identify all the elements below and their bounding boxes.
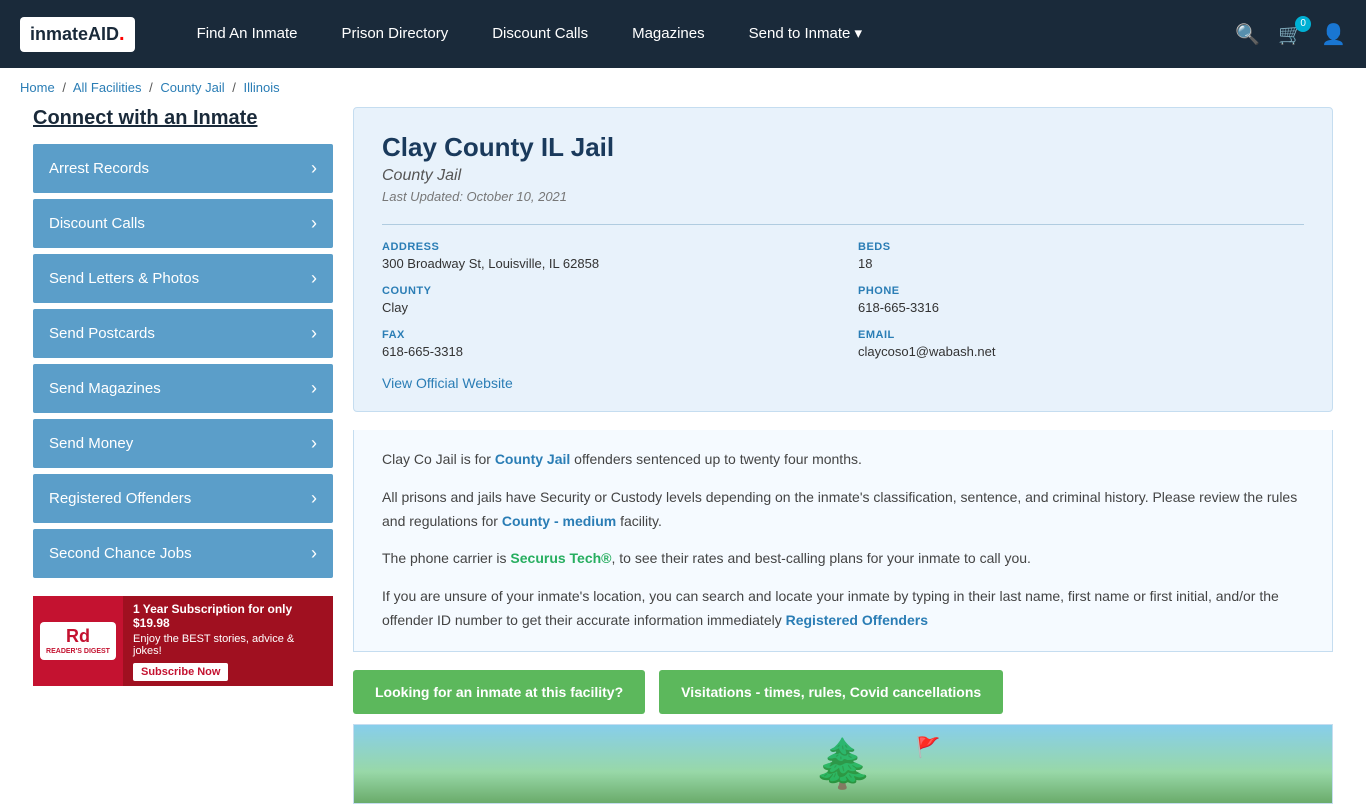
logo-container[interactable]: inmateAID. — [20, 17, 135, 52]
sidebar-menu: Arrest Records › Discount Calls › Send L… — [33, 144, 333, 578]
securus-tech-link[interactable]: Securus Tech® — [510, 550, 611, 566]
beds-value: 18 — [858, 256, 1304, 271]
facility-last-updated: Last Updated: October 10, 2021 — [382, 189, 1304, 204]
facility-type: County Jail — [382, 167, 1304, 185]
nav-prison-directory[interactable]: Prison Directory — [320, 0, 471, 68]
address-value: 300 Broadway St, Louisville, IL 62858 — [382, 256, 828, 271]
description-para2: All prisons and jails have Security or C… — [382, 486, 1304, 534]
phone-label: PHONE — [858, 285, 1304, 297]
sidebar-label-arrest-records: Arrest Records — [49, 160, 149, 177]
main-layout: Connect with an Inmate Arrest Records › … — [13, 107, 1353, 804]
sidebar-item-discount-calls[interactable]: Discount Calls › — [33, 199, 333, 248]
detail-fax: FAX 618-665-3318 — [382, 329, 828, 359]
registered-offenders-link[interactable]: Registered Offenders — [786, 612, 928, 628]
county-value: Clay — [382, 300, 828, 315]
cart-badge: 0 — [1295, 16, 1311, 32]
breadcrumb-home[interactable]: Home — [20, 80, 55, 95]
logo-box: inmateAID. — [20, 17, 135, 52]
flag-decoration: 🚩 — [916, 735, 941, 760]
description-area: Clay Co Jail is for County Jail offender… — [353, 430, 1333, 652]
facility-details-grid: ADDRESS 300 Broadway St, Louisville, IL … — [382, 224, 1304, 359]
sidebar-item-send-postcards[interactable]: Send Postcards › — [33, 309, 333, 358]
ad-content: 1 Year Subscription for only $19.98 Enjo… — [123, 596, 333, 686]
breadcrumb: Home / All Facilities / County Jail / Il… — [0, 68, 1366, 107]
navbar-icons: 🔍 🛒 0 👤 — [1235, 22, 1346, 47]
sidebar-label-send-letters: Send Letters & Photos — [49, 270, 199, 287]
nav-send-to-inmate[interactable]: Send to Inmate ▾ — [727, 0, 884, 68]
facility-card: Clay County IL Jail County Jail Last Upd… — [353, 107, 1333, 412]
breadcrumb-all-facilities[interactable]: All Facilities — [73, 80, 142, 95]
advertisement-banner: Rd READER'S DIGEST 1 Year Subscription f… — [33, 596, 333, 686]
nav-find-inmate[interactable]: Find An Inmate — [175, 0, 320, 68]
email-label: EMAIL — [858, 329, 1304, 341]
beds-label: BEDS — [858, 241, 1304, 253]
tree-decoration: 🌲 — [813, 735, 873, 792]
email-value: claycoso1@wabash.net — [858, 344, 1304, 359]
sidebar-title: Connect with an Inmate — [33, 107, 333, 130]
chevron-right-icon: › — [311, 213, 317, 234]
chevron-right-icon: › — [311, 323, 317, 344]
navbar-links: Find An Inmate Prison Directory Discount… — [175, 0, 1236, 68]
facility-name: Clay County IL Jail — [382, 132, 1304, 163]
sidebar-item-registered-offenders[interactable]: Registered Offenders › — [33, 474, 333, 523]
chevron-right-icon: › — [311, 378, 317, 399]
breadcrumb-county-jail[interactable]: County Jail — [160, 80, 224, 95]
sidebar-item-send-money[interactable]: Send Money › — [33, 419, 333, 468]
detail-phone: PHONE 618-665-3316 — [858, 285, 1304, 315]
sidebar-label-discount-calls: Discount Calls — [49, 215, 145, 232]
county-medium-link[interactable]: County - medium — [502, 513, 616, 529]
breadcrumb-illinois[interactable]: Illinois — [244, 80, 280, 95]
sidebar-label-registered-offenders: Registered Offenders — [49, 490, 191, 507]
navbar: inmateAID. Find An Inmate Prison Directo… — [0, 0, 1366, 68]
chevron-right-icon: › — [311, 158, 317, 179]
cart-button[interactable]: 🛒 0 — [1278, 22, 1303, 47]
detail-address: ADDRESS 300 Broadway St, Louisville, IL … — [382, 241, 828, 271]
ad-title: 1 Year Subscription for only $19.98 — [133, 602, 323, 630]
sidebar-item-arrest-records[interactable]: Arrest Records › — [33, 144, 333, 193]
detail-email: EMAIL claycoso1@wabash.net — [858, 329, 1304, 359]
official-website-anchor[interactable]: View Official Website — [382, 375, 513, 391]
description-para3: The phone carrier is Securus Tech®, to s… — [382, 547, 1304, 571]
county-label: COUNTY — [382, 285, 828, 297]
facility-photo-strip: 🌲 🚩 — [353, 724, 1333, 804]
action-buttons: Looking for an inmate at this facility? … — [353, 652, 1333, 724]
chevron-right-icon: › — [311, 488, 317, 509]
official-website-link[interactable]: View Official Website — [382, 375, 1304, 391]
address-label: ADDRESS — [382, 241, 828, 253]
ad-subscribe-button[interactable]: Subscribe Now — [133, 663, 228, 681]
chevron-right-icon: › — [311, 268, 317, 289]
ad-body: Enjoy the BEST stories, advice & jokes! — [133, 633, 323, 657]
nav-discount-calls[interactable]: Discount Calls — [470, 0, 610, 68]
sidebar-label-send-money: Send Money — [49, 435, 133, 452]
sidebar-item-send-letters[interactable]: Send Letters & Photos › — [33, 254, 333, 303]
sidebar-item-send-magazines[interactable]: Send Magazines › — [33, 364, 333, 413]
search-button[interactable]: 🔍 — [1235, 22, 1260, 47]
detail-beds: BEDS 18 — [858, 241, 1304, 271]
fax-label: FAX — [382, 329, 828, 341]
readers-digest-logo: Rd READER'S DIGEST — [40, 622, 116, 660]
sidebar-item-second-chance-jobs[interactable]: Second Chance Jobs › — [33, 529, 333, 578]
sidebar-label-send-magazines: Send Magazines — [49, 380, 161, 397]
nav-magazines[interactable]: Magazines — [610, 0, 727, 68]
content-area: Clay County IL Jail County Jail Last Upd… — [353, 107, 1333, 804]
detail-county: COUNTY Clay — [382, 285, 828, 315]
sidebar-label-second-chance-jobs: Second Chance Jobs — [49, 545, 192, 562]
sidebar-label-send-postcards: Send Postcards — [49, 325, 155, 342]
phone-value: 618-665-3316 — [858, 300, 1304, 315]
user-button[interactable]: 👤 — [1321, 22, 1346, 47]
visitations-button[interactable]: Visitations - times, rules, Covid cancel… — [659, 670, 1003, 714]
chevron-right-icon: › — [311, 433, 317, 454]
description-para1: Clay Co Jail is for County Jail offender… — [382, 448, 1304, 472]
looking-for-inmate-button[interactable]: Looking for an inmate at this facility? — [353, 670, 645, 714]
fax-value: 618-665-3318 — [382, 344, 828, 359]
chevron-right-icon: › — [311, 543, 317, 564]
county-jail-link[interactable]: County Jail — [495, 451, 570, 467]
logo-text: inmateAID. — [30, 23, 125, 46]
ad-logo-container: Rd READER'S DIGEST — [33, 596, 123, 686]
sidebar: Connect with an Inmate Arrest Records › … — [33, 107, 333, 804]
description-para4: If you are unsure of your inmate's locat… — [382, 585, 1304, 633]
